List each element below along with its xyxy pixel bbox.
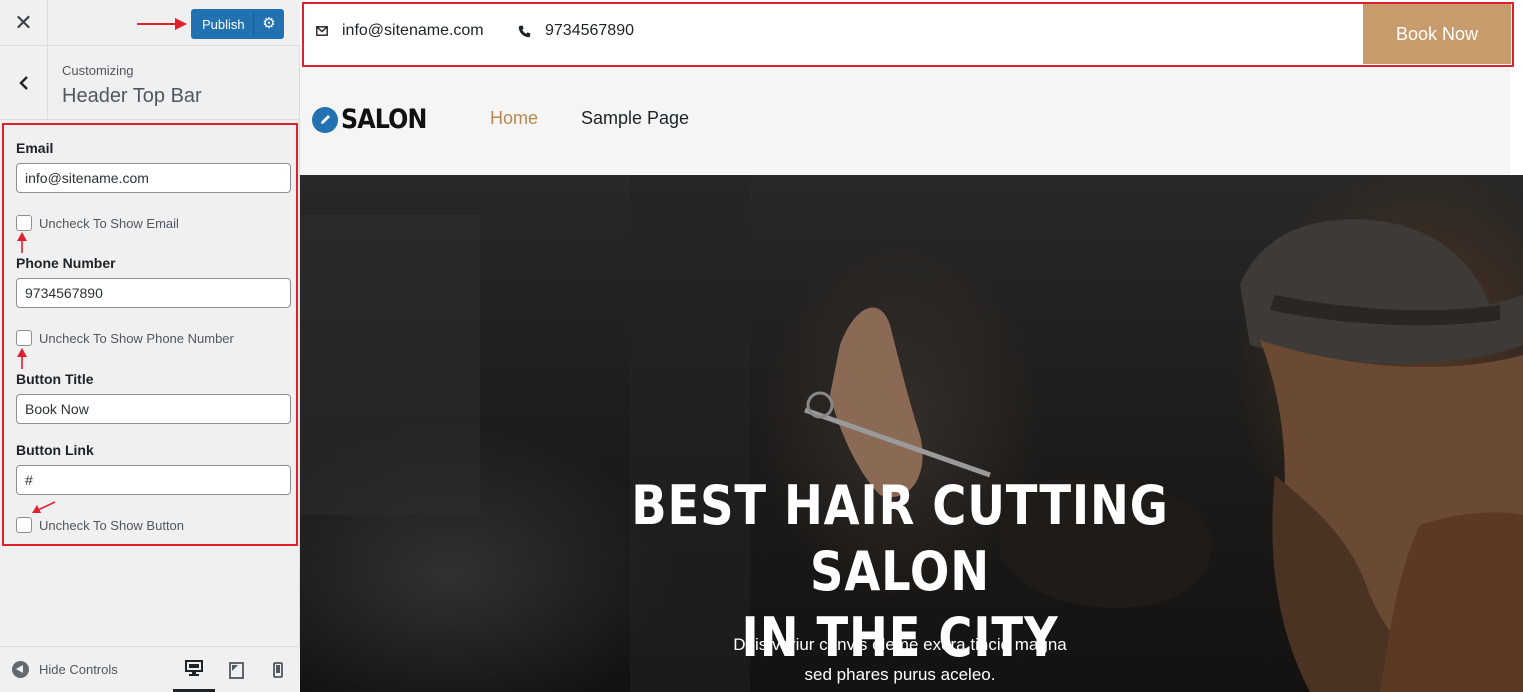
hide-controls-button[interactable]: Hide Controls <box>12 661 118 678</box>
hero-title-line-1: BEST HAIR CUTTING SALON <box>631 474 1169 603</box>
publish-divider <box>253 13 254 35</box>
show-email-checkbox[interactable] <box>16 215 32 231</box>
preview-tablet-button[interactable] <box>215 647 257 692</box>
preview-desktop-button[interactable] <box>173 647 215 692</box>
red-arrow-annotation <box>137 18 187 30</box>
gear-icon[interactable]: ⚙ <box>261 14 277 32</box>
red-arrow-annotation <box>17 348 27 369</box>
customizer-header: ✕ Publish ⚙ <box>0 0 300 46</box>
site-header <box>300 67 1510 175</box>
pencil-icon[interactable] <box>312 106 338 133</box>
topbar-phone-text: 9734567890 <box>545 22 634 39</box>
hero-subtitle-line-2: sed phares purus aceleo. <box>804 665 996 684</box>
publish-button-label: Publish <box>202 17 245 32</box>
red-arrow-annotation <box>32 501 56 513</box>
book-now-button[interactable]: Book Now <box>1363 4 1511 64</box>
chevron-left-icon <box>18 75 28 90</box>
email-field[interactable]: info@sitename.com <box>16 163 291 193</box>
site-preview: info@sitename.com 9734567890 Book Now SA… <box>300 0 1523 692</box>
hero-subtitle: Duis variur convls eleme exera tincid ma… <box>650 630 1150 690</box>
show-phone-checkbox-label: Uncheck To Show Phone Number <box>39 331 234 346</box>
topbar-email-text: info@sitename.com <box>342 22 484 39</box>
button-link-field[interactable]: # <box>16 465 291 495</box>
tablet-icon <box>228 661 244 679</box>
button-title-field[interactable]: Book Now <box>16 394 291 424</box>
nav-home[interactable]: Home <box>490 108 538 129</box>
customizer-footer: Hide Controls <box>0 646 300 692</box>
logo-text: SALON <box>341 104 427 135</box>
preview-mobile-button[interactable] <box>257 647 299 692</box>
publish-button[interactable]: Publish ⚙ <box>191 9 284 39</box>
topbar-phone[interactable]: 9734567890 <box>518 22 634 40</box>
topbar-email[interactable]: info@sitename.com <box>316 22 484 40</box>
desktop-icon <box>185 660 203 676</box>
customizer-sidebar: ✕ Publish ⚙ Customizing Header Top Bar E… <box>0 0 300 692</box>
back-button[interactable] <box>0 46 48 119</box>
header-top-bar: info@sitename.com 9734567890 Book Now <box>300 0 1523 64</box>
show-button-checkbox-label: Uncheck To Show Button <box>39 518 185 533</box>
email-label: Email <box>16 140 54 156</box>
header-top-bar-controls: Email info@sitename.com Uncheck To Show … <box>2 123 298 546</box>
mobile-icon <box>273 662 283 678</box>
button-title-label: Button Title <box>16 371 94 387</box>
phone-number-field[interactable]: 9734567890 <box>16 278 291 308</box>
close-customizer-button[interactable]: ✕ <box>0 0 48 46</box>
show-email-checkbox-label: Uncheck To Show Email <box>39 216 179 231</box>
show-button-checkbox[interactable] <box>16 517 32 533</box>
site-logo[interactable]: SALON <box>312 104 438 135</box>
button-link-label: Button Link <box>16 442 94 458</box>
close-icon: ✕ <box>14 10 33 35</box>
nav-sample-page[interactable]: Sample Page <box>581 108 689 129</box>
collapse-arrow-icon <box>12 661 29 678</box>
phone-number-label: Phone Number <box>16 255 116 271</box>
hero-banner: BEST HAIR CUTTING SALON IN THE CITY Duis… <box>300 175 1523 692</box>
section-title: Header Top Bar <box>62 85 202 107</box>
show-phone-checkbox[interactable] <box>16 330 32 346</box>
hero-subtitle-line-1: Duis variur convls eleme exera tincid ma… <box>733 635 1067 654</box>
phone-icon <box>518 25 531 37</box>
hide-controls-label: Hide Controls <box>39 662 118 677</box>
breadcrumb: Customizing <box>62 63 134 78</box>
red-arrow-annotation <box>17 232 27 253</box>
section-header: Customizing Header Top Bar <box>0 46 300 120</box>
envelope-icon <box>316 26 328 36</box>
